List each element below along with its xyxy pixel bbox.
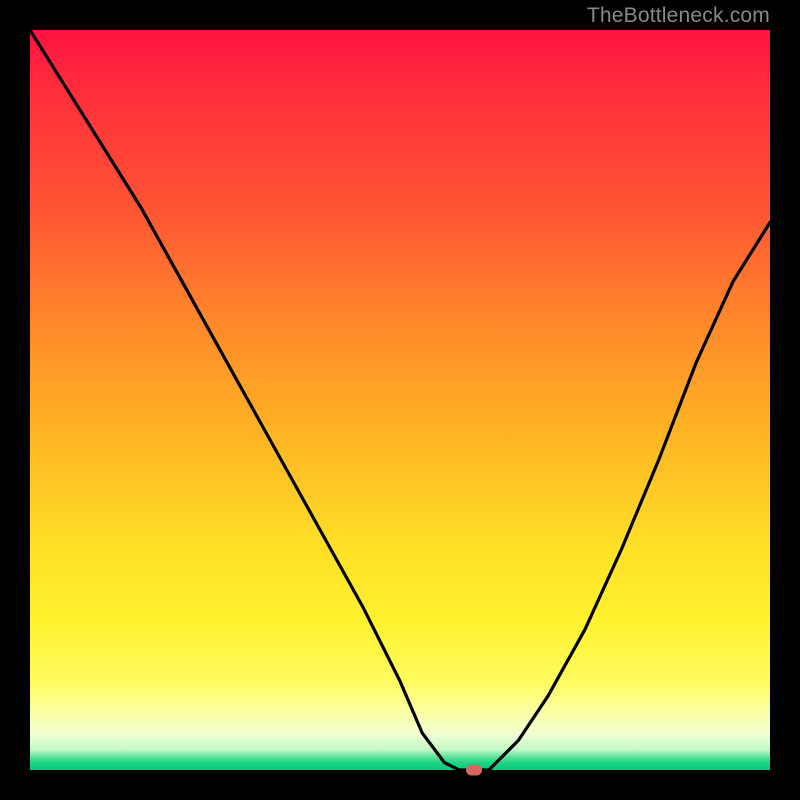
chart-frame: TheBottleneck.com: [0, 0, 800, 800]
watermark-text: TheBottleneck.com: [587, 4, 770, 28]
plot-area: [30, 30, 770, 770]
optimal-marker: [466, 765, 482, 776]
curve-path: [30, 30, 770, 770]
bottleneck-curve: [30, 30, 770, 770]
